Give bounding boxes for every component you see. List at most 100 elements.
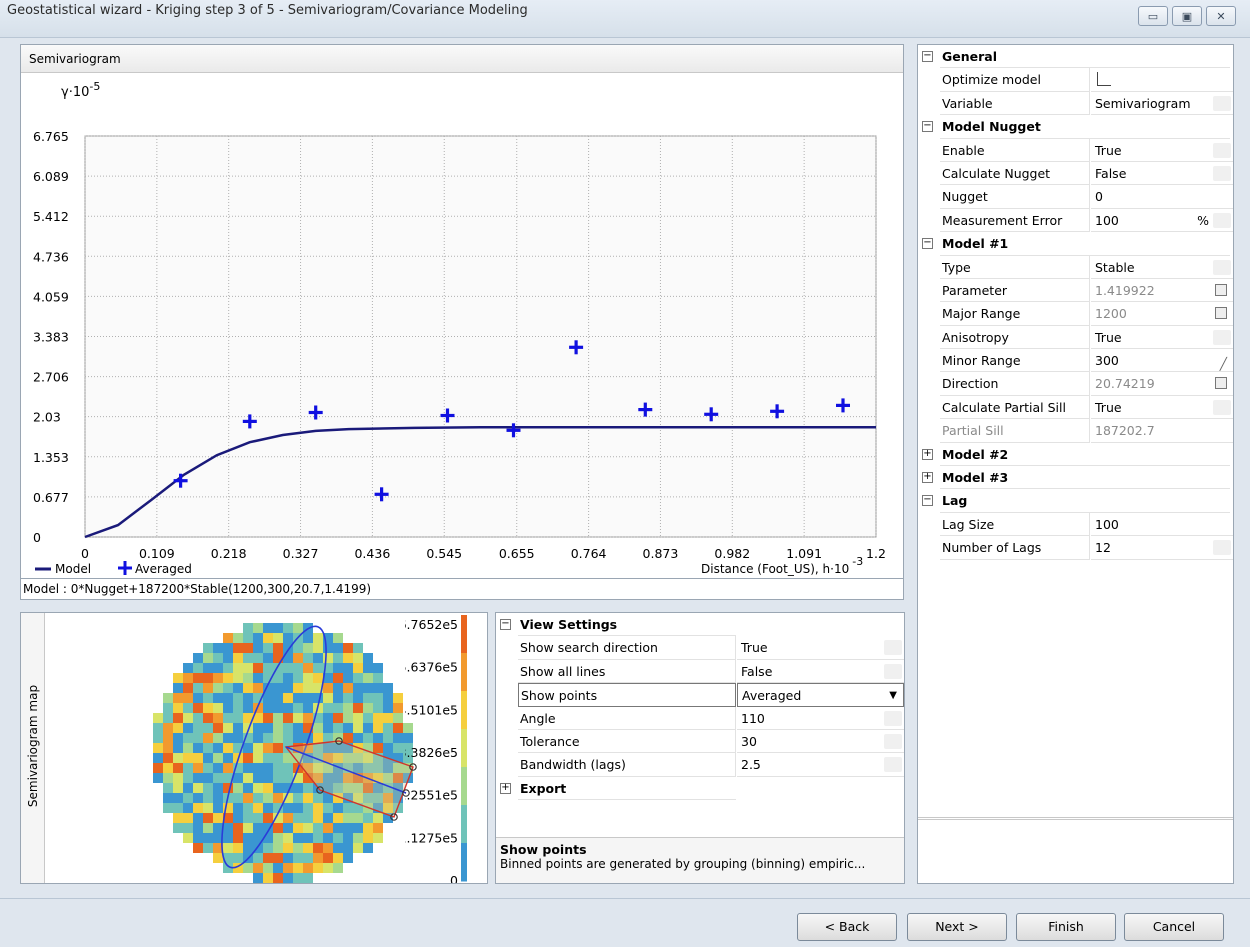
next-button[interactable]: Next > [907, 913, 1007, 941]
prop-row-direction[interactable]: Direction 20.74219 [918, 372, 1233, 396]
model3-category[interactable]: + Model #3 [918, 466, 1233, 490]
map-cell [283, 713, 293, 723]
general-category[interactable]: − General [918, 45, 1233, 69]
view-settings-title: View Settings [518, 613, 736, 637]
map-cell [153, 753, 163, 763]
prop-value[interactable]: 30 [737, 730, 904, 754]
x-tick-label: 0.982 [714, 546, 750, 561]
expand-icon[interactable]: + [922, 472, 933, 484]
model-equation: Model : 0*Nugget+187200*Stable(1200,300,… [20, 578, 904, 600]
prop-row-lag-size[interactable]: Lag Size 100 [918, 512, 1233, 537]
map-cell [183, 783, 193, 793]
view-row-show-search-direction[interactable]: Show search direction True [496, 636, 904, 660]
prop-row-parameter[interactable]: Parameter 1.419922 [918, 278, 1233, 303]
map-cell [283, 773, 293, 783]
calculator-icon[interactable] [1215, 377, 1227, 390]
cancel-button[interactable]: Cancel [1124, 913, 1224, 941]
close-button[interactable]: ✕ [1206, 6, 1236, 26]
view-row-bandwidth[interactable]: Bandwidth (lags) 2.5 [496, 753, 904, 777]
prop-value[interactable]: 100 [1091, 513, 1233, 537]
prop-value[interactable]: 1200 [1091, 302, 1233, 326]
prop-value[interactable]: 0 [1091, 185, 1233, 209]
model1-category[interactable]: − Model #1 [918, 232, 1233, 256]
prop-value[interactable]: True [1091, 139, 1233, 162]
prop-row-calculate-partial-sill[interactable]: Calculate Partial Sill True [918, 395, 1233, 420]
prop-value[interactable]: 100% [1091, 209, 1233, 233]
prop-row-number-of-lags[interactable]: Number of Lags 12 [918, 536, 1233, 560]
view-row-show-all-lines[interactable]: Show all lines False [496, 659, 904, 684]
collapse-icon[interactable]: − [922, 495, 933, 507]
map-cell [253, 623, 263, 633]
map-cell [273, 853, 283, 863]
map-cell [163, 703, 173, 713]
finish-button[interactable]: Finish [1016, 913, 1116, 941]
map-cell [303, 713, 313, 723]
prop-value[interactable]: 20.74219 [1091, 372, 1233, 396]
optimize-model-button[interactable] [1091, 68, 1233, 92]
prop-row-type[interactable]: Type Stable [918, 255, 1233, 279]
optimize-icon[interactable] [1097, 72, 1111, 87]
minimize-button[interactable]: ▭ [1138, 6, 1168, 26]
prop-value[interactable]: 110 [737, 707, 904, 730]
view-row-tolerance[interactable]: Tolerance 30 [496, 729, 904, 754]
prop-value[interactable]: 2.5 [737, 753, 904, 777]
show-points-dropdown[interactable]: Averaged ▼ [737, 683, 904, 707]
view-settings-category[interactable]: − View Settings [496, 613, 904, 637]
prop-row-optimize-model[interactable]: Optimize model [918, 68, 1233, 92]
map-cell [263, 863, 273, 873]
prop-value[interactable]: True [1091, 396, 1233, 420]
prop-value[interactable]: 1.419922 [1091, 279, 1233, 303]
prop-row-partial-sill[interactable]: Partial Sill 187202.7 [918, 419, 1233, 443]
collapse-icon[interactable]: − [922, 121, 933, 133]
dropdown-arrow-icon[interactable]: ▼ [889, 684, 897, 707]
prop-row-measurement-error[interactable]: Measurement Error 100% [918, 208, 1233, 233]
prop-row-major-range[interactable]: Major Range 1200 [918, 302, 1233, 326]
prop-row-calculate-nugget[interactable]: Calculate Nugget False [918, 161, 1233, 186]
map-cell [223, 703, 233, 713]
prop-value[interactable]: Stable [1091, 256, 1233, 279]
calculator-icon[interactable] [1215, 283, 1227, 296]
export-category[interactable]: + Export [496, 776, 904, 801]
prop-row-variable[interactable]: Variable Semivariogram [918, 91, 1233, 116]
expand-icon[interactable]: + [500, 782, 511, 794]
prop-value[interactable]: 12 [1091, 536, 1233, 560]
view-row-angle[interactable]: Angle 110 [496, 706, 904, 730]
calculator-icon[interactable] [1215, 307, 1227, 320]
y-tick-label: 6.765 [33, 129, 69, 144]
prop-value[interactable]: 300 ╱ [1091, 349, 1233, 373]
map-cell [153, 743, 163, 753]
prop-value[interactable]: False [737, 660, 904, 684]
model-nugget-category[interactable]: − Model Nugget [918, 115, 1233, 139]
map-cell [183, 713, 193, 723]
model2-category[interactable]: + Model #2 [918, 442, 1233, 467]
lag-category[interactable]: − Lag [918, 489, 1233, 513]
prop-value[interactable]: False [1091, 162, 1233, 186]
map-cell [353, 823, 363, 833]
map-cell [333, 683, 343, 693]
prop-row-minor-range[interactable]: Minor Range 300 ╱ [918, 349, 1233, 373]
map-cell [313, 803, 323, 813]
collapse-icon[interactable]: − [922, 51, 933, 62]
view-row-show-points[interactable]: Show points Averaged ▼ [496, 683, 904, 707]
prop-row-nugget[interactable]: Nugget 0 [918, 185, 1233, 209]
map-cell [303, 813, 313, 823]
prop-row-anisotropy[interactable]: Anisotropy True [918, 325, 1233, 350]
prop-value[interactable]: True [737, 636, 904, 660]
y-tick-label: 3.383 [33, 329, 69, 344]
prop-value[interactable]: Semivariogram [1091, 92, 1233, 116]
map-cell [373, 693, 383, 703]
back-button[interactable]: < Back [797, 913, 897, 941]
map-cell [393, 743, 403, 753]
map-cell [353, 653, 363, 663]
collapse-icon[interactable]: − [500, 619, 511, 630]
maximize-button[interactable]: ▣ [1172, 6, 1202, 26]
x-tick-label: 0.764 [571, 546, 607, 561]
grid-divider[interactable] [918, 817, 1233, 820]
expand-icon[interactable]: + [922, 448, 933, 460]
prop-key: Number of Lags [940, 536, 1090, 560]
collapse-icon[interactable]: − [922, 238, 933, 250]
map-cell [223, 663, 233, 673]
semivariogram-chart[interactable]: γ·10-5 0 0.677 1.353 2.03 2.706 3.383 4.059 4.7… [21, 74, 903, 579]
prop-row-enable[interactable]: Enable True [918, 138, 1233, 162]
prop-value[interactable]: True [1091, 326, 1233, 350]
